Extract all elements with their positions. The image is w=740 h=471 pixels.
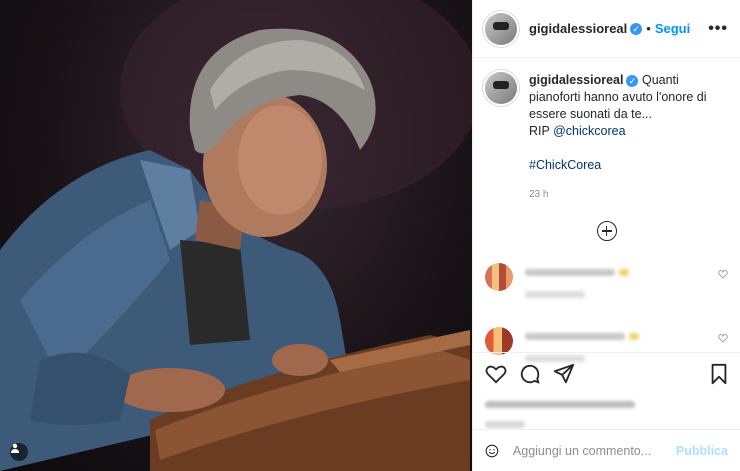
avatar[interactable] [485, 12, 517, 45]
paper-plane-icon[interactable] [553, 363, 575, 385]
instagram-post: gigidalessioreal ✓ • Segui ••• gigidales… [0, 0, 740, 471]
heart-icon[interactable] [485, 364, 507, 384]
blurred-emoji [619, 269, 630, 276]
post-side-panel: gigidalessioreal ✓ • Segui ••• gigidales… [472, 0, 740, 471]
rip-text: RIP [529, 124, 554, 138]
follow-button[interactable]: Segui [655, 21, 690, 36]
user-icon [11, 443, 19, 453]
mention-link[interactable]: @chickcorea [553, 124, 625, 138]
blurred-comment-meta [525, 291, 585, 298]
hashtag-link[interactable]: #ChickCorea [529, 158, 601, 172]
blurred-likes-meta [485, 421, 525, 428]
comment-content-blurred [525, 263, 712, 303]
pianist-illustration [0, 0, 472, 471]
commenter-avatar[interactable] [485, 263, 513, 291]
emoji-icon[interactable] [485, 440, 499, 462]
blurred-comment-text [525, 269, 615, 276]
comment-icon[interactable] [519, 363, 541, 385]
caption-username[interactable]: gigidalessioreal [529, 73, 623, 87]
comment-heart-icon[interactable] [718, 333, 728, 343]
separator-dot: • [646, 21, 651, 36]
header-username[interactable]: gigidalessioreal [529, 21, 627, 36]
comment-item [485, 263, 728, 303]
caption-text-block: gigidalessioreal ✓ Quanti pianoforti hann… [529, 72, 719, 203]
comments-area: gigidalessioreal ✓ Quanti pianoforti hann… [473, 58, 740, 367]
commenter-avatar[interactable] [485, 327, 513, 355]
bookmark-icon[interactable] [710, 363, 728, 385]
add-comment-bar: Pubblica [473, 429, 740, 471]
tag-user-button[interactable] [10, 443, 28, 461]
comment-heart-icon[interactable] [718, 269, 728, 279]
caption-avatar[interactable] [485, 72, 517, 104]
more-options-icon[interactable]: ••• [708, 20, 728, 38]
verified-icon: ✓ [630, 22, 643, 35]
publish-button[interactable]: Pubblica [676, 444, 728, 458]
caption-time: 23 h [529, 189, 549, 200]
comment-input[interactable] [510, 442, 676, 459]
action-bar [473, 352, 740, 433]
blurred-emoji [629, 333, 640, 340]
caption: gigidalessioreal ✓ Quanti pianoforti hann… [485, 72, 728, 203]
post-photo[interactable] [0, 0, 472, 471]
plus-circle-icon[interactable] [596, 221, 617, 241]
blurred-likes-text [485, 401, 635, 408]
verified-icon: ✓ [626, 74, 639, 87]
action-icons [485, 363, 728, 385]
post-header: gigidalessioreal ✓ • Segui ••• [473, 0, 740, 58]
blurred-comment-text [525, 333, 625, 340]
likes-blurred [485, 395, 728, 433]
